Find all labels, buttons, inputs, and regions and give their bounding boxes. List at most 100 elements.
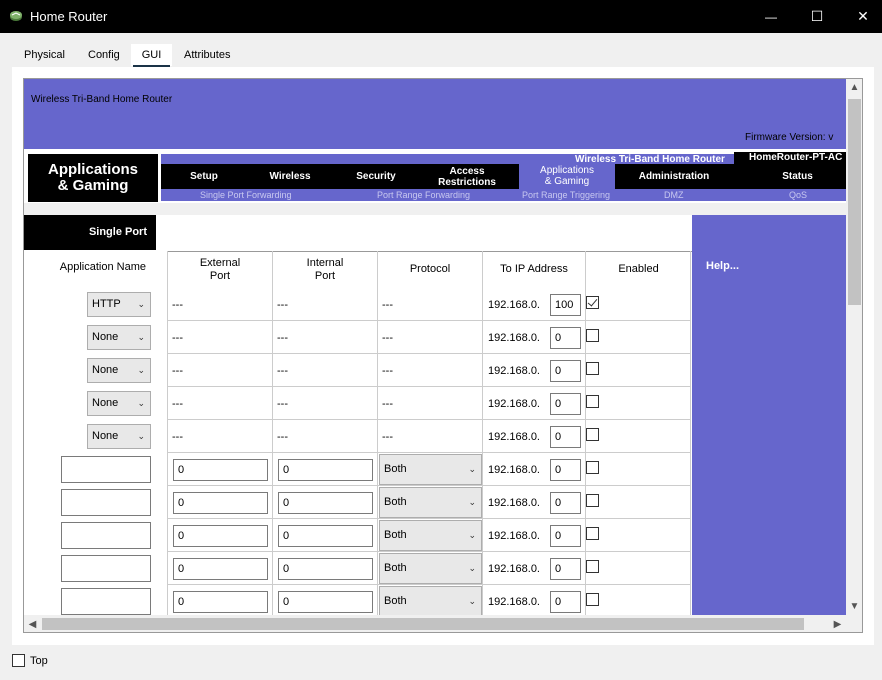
help-link[interactable]: Help... [706, 260, 739, 272]
subnav-port-range-forwarding[interactable]: Port Range Forwarding [377, 189, 470, 201]
tab-attributes[interactable]: Attributes [176, 44, 238, 66]
ip-last-octet-input[interactable]: 0 [550, 392, 581, 415]
ip-last-octet-input[interactable]: 0 [550, 326, 581, 349]
application-select[interactable]: None ⌄ [87, 358, 151, 383]
nav-item-applications-gaming[interactable]: Applications & Gaming [519, 162, 615, 189]
ip-last-octet-input[interactable]: 0 [550, 491, 581, 514]
external-port-value: --- [172, 298, 183, 311]
vertical-scroll-thumb[interactable] [848, 99, 861, 305]
external-port-input[interactable]: 0 [173, 590, 268, 613]
tab-physical[interactable]: Physical [16, 44, 73, 66]
router-app-icon [10, 11, 22, 21]
protocol-select[interactable]: Both ⌄ [379, 487, 482, 518]
ip-prefix: 192.168.0. [488, 397, 540, 410]
external-port-input[interactable]: 0 [173, 491, 268, 514]
table-row-divider [168, 518, 691, 519]
application-name-input[interactable] [61, 456, 151, 483]
chevron-down-icon: ⌄ [137, 365, 145, 375]
protocol-select[interactable]: Both ⌄ [379, 553, 482, 584]
internal-port-input[interactable]: 0 [278, 491, 373, 514]
minimize-button[interactable]: — [748, 0, 794, 33]
ip-last-octet-input[interactable]: 0 [550, 524, 581, 547]
subnav-port-range-triggering[interactable]: Port Range Triggering [522, 189, 610, 201]
table-row-divider [168, 584, 691, 585]
protocol-value: --- [382, 331, 393, 344]
application-name-input[interactable] [61, 522, 151, 549]
scrollbar-corner [846, 615, 862, 632]
horizontal-scroll-thumb[interactable] [42, 618, 804, 630]
nav-item-status[interactable]: Status [749, 164, 846, 189]
subnav-single-port-forwarding[interactable]: Single Port Forwarding [200, 189, 292, 201]
internal-port-input[interactable]: 0 [278, 557, 373, 580]
maximize-button[interactable]: ☐ [794, 0, 840, 33]
external-port-input[interactable]: 0 [173, 458, 268, 481]
application-select[interactable]: None ⌄ [87, 391, 151, 416]
tab-gui[interactable]: GUI [131, 44, 172, 68]
internal-port-input[interactable]: 0 [278, 524, 373, 547]
subnav-qos[interactable]: QoS [789, 189, 807, 201]
protocol-select[interactable]: Both ⌄ [379, 586, 482, 615]
help-column: Help... [692, 215, 846, 615]
table-row-divider [168, 485, 691, 486]
application-select[interactable]: None ⌄ [87, 424, 151, 449]
enabled-checkbox[interactable] [586, 526, 599, 540]
enabled-checkbox[interactable] [586, 559, 599, 573]
application-name-input[interactable] [61, 555, 151, 582]
scroll-up-icon[interactable]: ▲ [846, 79, 862, 96]
enabled-checkbox[interactable] [586, 427, 599, 441]
nav-item-access-restrictions[interactable]: Access Restrictions [419, 164, 515, 189]
nav-item-wireless[interactable]: Wireless [247, 164, 333, 189]
table-row-divider [168, 386, 691, 387]
application-name-input[interactable] [61, 489, 151, 516]
ip-last-octet-input[interactable]: 0 [550, 557, 581, 580]
scroll-right-icon[interactable]: ▶ [829, 615, 846, 632]
enabled-checkbox[interactable] [586, 328, 599, 342]
ip-last-octet-input[interactable]: 0 [550, 359, 581, 382]
enabled-checkbox[interactable] [586, 295, 599, 309]
tab-config[interactable]: Config [80, 44, 128, 66]
ip-prefix: 192.168.0. [488, 496, 540, 509]
external-port-value: --- [172, 430, 183, 443]
ip-last-octet-input[interactable]: 0 [550, 458, 581, 481]
internal-port-input[interactable]: 0 [278, 590, 373, 613]
nav-item-setup[interactable]: Setup [161, 164, 247, 189]
scroll-left-icon[interactable]: ◀ [24, 615, 41, 632]
table-col-divider [690, 251, 691, 615]
top-checkbox[interactable] [12, 654, 25, 667]
router-banner: Wireless Tri-Band Home Router Firmware V… [24, 79, 846, 149]
enabled-checkbox[interactable] [586, 361, 599, 375]
section-title: Applications & Gaming [28, 154, 158, 202]
external-port-input[interactable]: 0 [173, 524, 268, 547]
horizontal-scrollbar[interactable]: ◀ ▶ [24, 615, 846, 632]
external-port-input[interactable]: 0 [173, 557, 268, 580]
subnav-dmz[interactable]: DMZ [664, 189, 684, 201]
internal-port-input[interactable]: 0 [278, 458, 373, 481]
chevron-down-icon: ⌄ [137, 398, 145, 408]
ip-last-octet-input[interactable]: 100 [550, 293, 581, 316]
ip-prefix: 192.168.0. [488, 364, 540, 377]
application-name-input[interactable] [61, 588, 151, 615]
vertical-scrollbar[interactable]: ▲ ▼ [846, 79, 862, 615]
router-web-frame: Wireless Tri-Band Home Router Firmware V… [23, 78, 863, 633]
enabled-checkbox[interactable] [586, 460, 599, 474]
ip-last-octet-input[interactable]: 0 [550, 590, 581, 613]
enabled-checkbox[interactable] [586, 493, 599, 507]
application-select[interactable]: HTTP ⌄ [87, 292, 151, 317]
scroll-down-icon[interactable]: ▼ [846, 598, 862, 615]
ip-prefix: 192.168.0. [488, 298, 540, 311]
ip-prefix: 192.168.0. [488, 562, 540, 575]
ip-prefix: 192.168.0. [488, 430, 540, 443]
protocol-select[interactable]: Both ⌄ [379, 520, 482, 551]
close-button[interactable]: ✕ [840, 0, 882, 33]
firmware-version: Firmware Version: v [745, 132, 834, 143]
ip-last-octet-input[interactable]: 0 [550, 425, 581, 448]
enabled-checkbox[interactable] [586, 394, 599, 408]
enabled-checkbox[interactable] [586, 592, 599, 606]
nav-item-security[interactable]: Security [333, 164, 419, 189]
protocol-select[interactable]: Both ⌄ [379, 454, 482, 485]
header-protocol: Protocol [409, 263, 451, 275]
nav-model: HomeRouter-PT-AC [734, 152, 846, 164]
nav-item-administration[interactable]: Administration [619, 164, 729, 189]
application-select[interactable]: None ⌄ [87, 325, 151, 350]
chevron-down-icon: ⌄ [137, 299, 145, 309]
